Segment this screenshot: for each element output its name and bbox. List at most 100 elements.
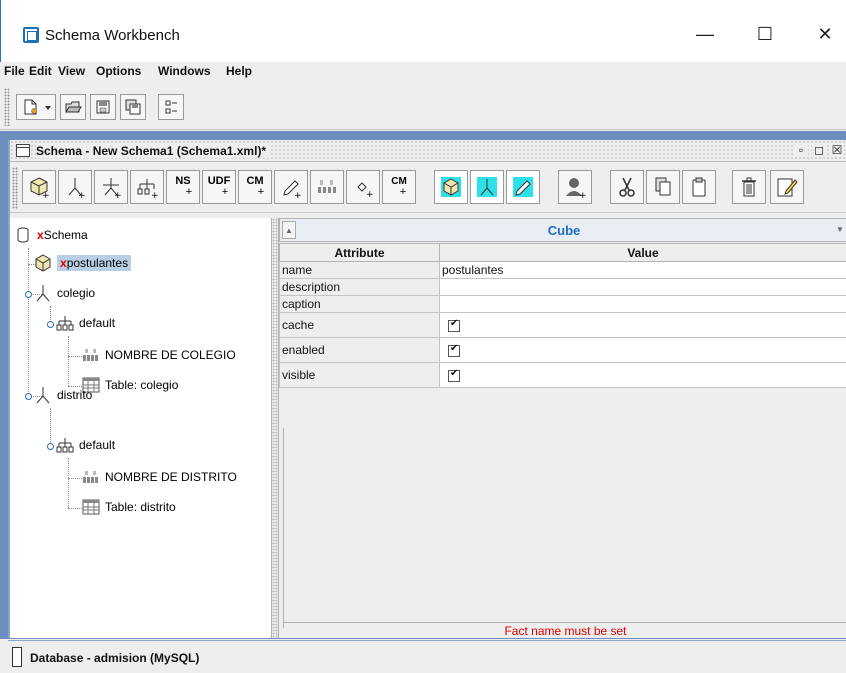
add-measure-button[interactable]: +	[274, 170, 308, 204]
attr-enabled: enabled	[279, 337, 440, 363]
tree-node-schema[interactable]: x Schema	[14, 226, 88, 244]
menu-options[interactable]: Options	[96, 64, 141, 78]
value-description-cell[interactable]	[439, 278, 846, 296]
menu-windows[interactable]: Windows	[158, 64, 211, 78]
close-button[interactable]: ✕	[813, 22, 837, 46]
copy-button[interactable]	[646, 170, 680, 204]
dimension-add-icon: +	[68, 178, 86, 199]
maximize-button[interactable]: ☐	[753, 22, 777, 46]
tree-node-table-colegio[interactable]: Table: colegio	[82, 376, 178, 394]
add-cube-button[interactable]: +	[22, 170, 56, 204]
add-virtual-cube-button[interactable]	[434, 170, 468, 204]
restore-icon[interactable]: ▫	[794, 143, 808, 157]
database-frame[interactable]: Database - admision (MySQL)	[8, 640, 846, 673]
add-hierarchy-button[interactable]: +	[130, 170, 164, 204]
table-row[interactable]: cache	[279, 312, 846, 338]
preferences-button[interactable]	[158, 94, 184, 120]
tree-label-table2: Table: distrito	[105, 500, 176, 514]
add-named-set-button[interactable]: NS +	[166, 170, 200, 204]
cache-checkbox[interactable]	[448, 318, 460, 332]
dim1-toggle[interactable]	[25, 291, 32, 298]
tree-node-level-colegio[interactable]: NOMBRE DE COLEGIO	[82, 346, 236, 364]
menu-file[interactable]: File	[4, 64, 25, 78]
tree-label-hier1: default	[79, 316, 116, 330]
add-dimension-usage-button[interactable]: +	[94, 170, 128, 204]
tree-node-dimension-colegio[interactable]: colegio	[34, 284, 95, 302]
save-as-button[interactable]	[120, 94, 146, 120]
column-header-value: Value	[439, 243, 846, 262]
table-row[interactable]: visible	[279, 362, 846, 388]
table-row[interactable]: enabled	[279, 337, 846, 363]
menu-view[interactable]: View	[58, 64, 85, 78]
save-as-icon	[125, 99, 141, 115]
menu-edit[interactable]: Edit	[29, 64, 52, 78]
measure-add-icon: +	[283, 180, 302, 199]
level-icon	[82, 468, 100, 486]
tree-node-hierarchy-default-1[interactable]: default	[56, 314, 115, 332]
svg-text:+: +	[151, 191, 159, 199]
value-cache-cell[interactable]	[439, 312, 846, 338]
delete-button[interactable]	[732, 170, 766, 204]
cube-error-mark: x	[60, 256, 67, 270]
schema-error-mark: x	[37, 228, 44, 242]
virtual-cube-icon	[441, 177, 461, 197]
dim2-toggle[interactable]	[25, 393, 32, 400]
dim2-hier-toggle[interactable]	[47, 443, 54, 450]
panel-inner-border	[283, 428, 284, 628]
maximize-icon[interactable]: ◻	[812, 143, 826, 157]
save-button[interactable]	[90, 94, 116, 120]
paste-button[interactable]	[682, 170, 716, 204]
ns-plus: +	[185, 186, 193, 198]
new-button[interactable]	[16, 94, 56, 120]
visible-checkbox[interactable]	[448, 368, 460, 382]
dimension-icon	[34, 284, 52, 302]
property-table: Attribute Value name postulantes descrip…	[279, 243, 846, 388]
value-name-cell[interactable]: postulantes	[439, 261, 846, 279]
table-row[interactable]: description	[279, 278, 846, 296]
role-add-icon: +	[566, 178, 587, 199]
schema-frame-titlebar[interactable]: Schema - New Schema1 (Schema1.xml)* ▫ ◻ …	[10, 140, 846, 162]
tree-node-hierarchy-default-2[interactable]: default	[56, 436, 115, 454]
schema-toolbar-grip[interactable]	[12, 167, 18, 209]
udf-plus: +	[221, 186, 229, 198]
attr-description: description	[279, 278, 440, 296]
close-icon[interactable]: ☒	[830, 143, 844, 157]
title-bar: Schema Workbench — ☐ ✕	[0, 0, 846, 62]
table-row[interactable]: caption	[279, 295, 846, 313]
dim1-hier-toggle[interactable]	[47, 321, 54, 328]
schema-frame: Schema - New Schema1 (Schema1.xml)* ▫ ◻ …	[8, 140, 846, 638]
add-calculated-member-button[interactable]: CM +	[238, 170, 272, 204]
scroll-down-arrow-icon[interactable]: ▼	[836, 221, 846, 239]
minimize-button[interactable]: —	[693, 22, 717, 46]
value-visible-cell[interactable]	[439, 362, 846, 388]
svg-text:+: +	[78, 191, 86, 199]
tree-label-cube: postulantes	[66, 256, 129, 270]
add-virtual-measure-button[interactable]	[506, 170, 540, 204]
app-icon	[23, 27, 39, 43]
add-dimension-button[interactable]: +	[58, 170, 92, 204]
open-button[interactable]	[60, 94, 86, 120]
property-add-icon: +	[357, 182, 374, 199]
add-calc-member-property-button[interactable]: CM +	[382, 170, 416, 204]
add-level-button[interactable]	[310, 170, 344, 204]
table-row[interactable]: name postulantes	[279, 261, 846, 279]
value-enabled-cell[interactable]	[439, 337, 846, 363]
tree-node-level-distrito[interactable]: NOMBRE DE DISTRITO	[82, 468, 237, 486]
toolbar-grip[interactable]	[4, 88, 10, 126]
menu-help[interactable]: Help	[226, 64, 252, 78]
tree-node-dimension-distrito[interactable]: distrito	[34, 386, 92, 404]
schema-tree[interactable]: x Schema xpostulantes colegio default NO…	[10, 218, 272, 638]
add-virtual-dimension-button[interactable]	[470, 170, 504, 204]
edit-mode-button[interactable]	[770, 170, 804, 204]
database-icon	[14, 226, 32, 244]
enabled-checkbox[interactable]	[448, 343, 460, 357]
add-property-button[interactable]: +	[346, 170, 380, 204]
add-udf-button[interactable]: UDF +	[202, 170, 236, 204]
tree-node-table-distrito[interactable]: Table: distrito	[82, 498, 176, 516]
hierarchy-icon	[56, 436, 74, 454]
add-role-button[interactable]: +	[558, 170, 592, 204]
main-toolbar	[0, 84, 846, 130]
cut-button[interactable]	[610, 170, 644, 204]
value-caption-cell[interactable]	[439, 295, 846, 313]
tree-node-cube-postulantes[interactable]: xpostulantes	[34, 254, 132, 272]
